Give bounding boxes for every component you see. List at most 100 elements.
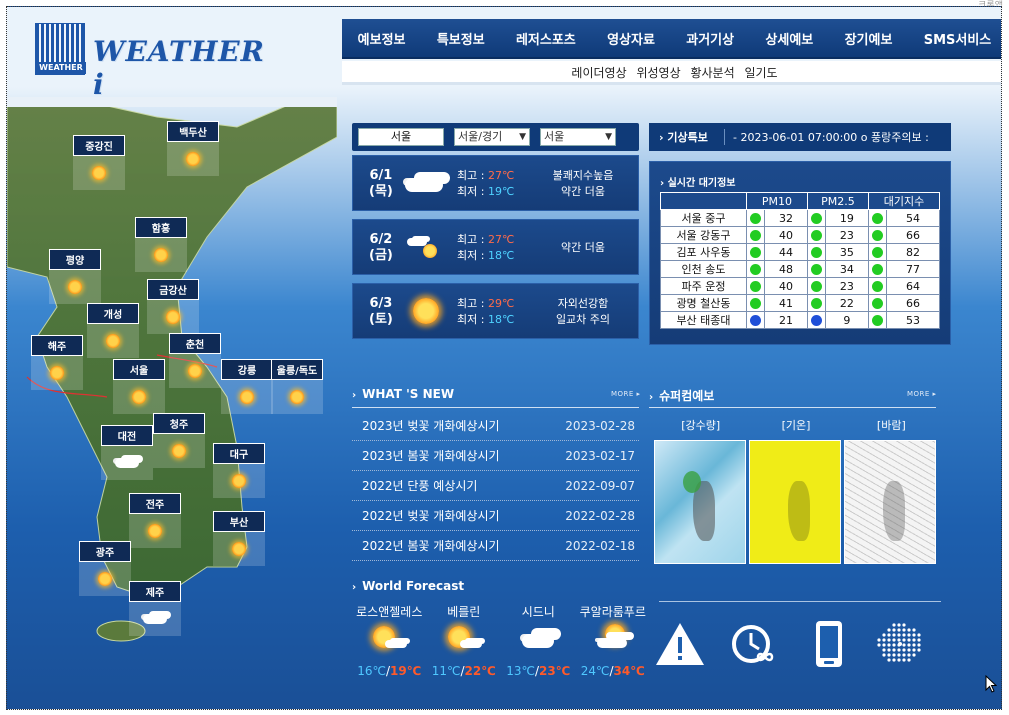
region-daegu[interactable]: 대구 (213, 443, 265, 498)
nav-item-imagery[interactable]: 영상자료 (607, 29, 655, 48)
dot-globe-icon[interactable] (873, 619, 927, 669)
sun-cloud-icon (369, 626, 409, 656)
region-daejeon[interactable]: 대전 (101, 425, 153, 480)
special-report-label: › 기상특보 (649, 129, 725, 145)
news-list: 2023년 벚꽃 개화예상시기 2023-02-28 2023년 봄꽃 개화예상시… (352, 411, 639, 561)
daily-forecast-1[interactable]: 6/1 (목) 최고 : 27℃ 최저 : 19℃ 불쾌지수높음 약간 더움 (352, 155, 639, 211)
sun-icon (166, 310, 180, 324)
region-busan[interactable]: 부산 (213, 511, 265, 566)
region-gangneung[interactable]: 강릉 (221, 359, 273, 414)
chevron-down-icon: ▼ (605, 132, 612, 142)
air-quality-row: 서울 중구 32 19 54 (660, 209, 941, 227)
air-value: 41 (764, 294, 808, 312)
temperature-map-image[interactable] (749, 440, 841, 564)
world-city-temp: 13℃/23℃ (506, 664, 571, 678)
world-city[interactable]: 시드니 13℃/23℃ (501, 603, 576, 678)
col-location (660, 192, 747, 210)
status-dot-icon (806, 294, 826, 312)
daily-forecast-2[interactable]: 6/2 (금) 최고 : 27℃ 최저 : 18℃ 약간 더움 (352, 219, 639, 275)
news-item[interactable]: 2022년 봄꽃 개화예상시기 2022-02-18 (352, 531, 639, 561)
region-label: 청주 (153, 413, 205, 434)
air-quality-row: 김포 사우동 44 35 82 (660, 243, 941, 261)
world-city[interactable]: 베를린 11℃/22℃ (427, 603, 502, 678)
forecast-desc: 불쾌지수높음 약간 더움 (552, 169, 614, 198)
province-select[interactable]: 서울/경기 ▼ (454, 128, 530, 146)
label-wind: [바람] (876, 419, 906, 432)
nav-item-past-weather[interactable]: 과거기상 (686, 29, 734, 48)
page-frame: WEATHER WEATHER i 예보정보 특보정보 레저스포츠 영상자료 과… (6, 6, 1002, 710)
region-junggangjin[interactable]: 중강진 (73, 135, 125, 190)
region-label: 해주 (31, 335, 83, 356)
nav-item-detailed[interactable]: 상세예보 (765, 29, 813, 48)
status-dot-icon (867, 226, 887, 244)
region-label: 대구 (213, 443, 265, 464)
air-location: 서울 강동구 (660, 226, 747, 244)
forecast-desc: 자외선강함 일교차 주의 (555, 297, 611, 326)
news-item[interactable]: 2022년 벚꽃 개화예상시기 2022-02-28 (352, 501, 639, 531)
region-label: 개성 (87, 303, 139, 324)
nav-item-forecast[interactable]: 예보정보 (358, 29, 406, 48)
news-item[interactable]: 2023년 봄꽃 개화예상시기 2023-02-17 (352, 441, 639, 471)
city-field[interactable]: 서울 (358, 128, 444, 146)
sun-icon (290, 390, 304, 404)
world-city[interactable]: 쿠알라룸푸르 24℃/34℃ (576, 603, 651, 678)
subnav-satellite[interactable]: 위성영상 (636, 66, 680, 80)
region-label: 울릉/독도 (271, 359, 323, 380)
warning-icon[interactable] (653, 619, 707, 669)
wind-map-image[interactable] (844, 440, 936, 564)
region-gwangju[interactable]: 광주 (79, 541, 131, 596)
subnav-yellow-dust[interactable]: 황사분석 (690, 66, 734, 80)
cloud-icon (143, 614, 167, 624)
site-logo[interactable]: WEATHER WEATHER i (35, 19, 264, 101)
region-label: 전주 (129, 493, 181, 514)
air-quality-row: 인천 송도 48 34 77 (660, 260, 941, 278)
world-city[interactable]: 로스앤젤레스 16℃/19℃ (352, 603, 427, 678)
divider (352, 407, 639, 408)
nav-item-leisure[interactable]: 레저스포츠 (516, 29, 576, 48)
region-cheongju[interactable]: 청주 (153, 413, 205, 468)
daily-forecast-3[interactable]: 6/3 (토) 최고 : 29℃ 최저 : 18℃ 자외선강함 일교차 주의 (352, 283, 639, 339)
world-city-temp: 16℃/19℃ (357, 664, 422, 678)
region-gaeseong[interactable]: 개성 (87, 303, 139, 358)
nav-item-long-range[interactable]: 장기예보 (845, 29, 893, 48)
air-value: 19 (824, 209, 869, 227)
region-chuncheon[interactable]: 춘천 (169, 333, 221, 388)
region-jeonju[interactable]: 전주 (129, 493, 181, 548)
super-forecast-more-link[interactable]: MORE ▸ (907, 390, 937, 398)
region-ulleung-dokdo[interactable]: 울릉/독도 (271, 359, 323, 414)
clock-infinity-icon[interactable] (729, 619, 783, 669)
news-item[interactable]: 2022년 단풍 예상시기 2022-09-07 (352, 471, 639, 501)
region-seoul[interactable]: 서울 (113, 359, 165, 414)
world-city-name: 쿠알라룸푸르 (579, 605, 646, 619)
special-report-text[interactable]: - 2023-06-01 07:00:00 o 풍랑주의보 : (725, 129, 929, 145)
cloud-icon (518, 626, 558, 656)
nav-item-sms[interactable]: SMS서비스 (924, 29, 992, 48)
region-haeju[interactable]: 해주 (31, 335, 83, 390)
nav-item-warnings[interactable]: 특보정보 (437, 29, 485, 48)
mobile-phone-icon[interactable] (802, 619, 856, 669)
sub-nav: 레이더영상 위성영상 황사분석 일기도 (342, 61, 1001, 85)
region-label: 춘천 (169, 333, 221, 354)
region-geumgangsan[interactable]: 금강산 (147, 279, 199, 334)
air-location: 광명 철산동 (660, 294, 747, 312)
precipitation-map-image[interactable] (654, 440, 746, 564)
air-value: 22 (824, 294, 869, 312)
district-select[interactable]: 서울 ▼ (540, 128, 616, 146)
region-label: 대전 (101, 425, 153, 446)
whats-new-more-link[interactable]: MORE ▸ (611, 390, 641, 398)
divider (659, 601, 941, 602)
special-report-bar[interactable]: › 기상특보 - 2023-06-01 07:00:00 o 풍랑주의보 : (649, 123, 951, 151)
subnav-weather-chart[interactable]: 일기도 (744, 66, 777, 80)
region-hamheung[interactable]: 함흥 (135, 217, 187, 272)
status-dot-icon (806, 260, 826, 278)
sun-icon (186, 152, 200, 166)
sun-icon (240, 390, 254, 404)
sun-icon (188, 364, 202, 378)
subnav-radar[interactable]: 레이더영상 (571, 66, 626, 80)
air-value: 48 (764, 260, 808, 278)
region-jeju[interactable]: 제주 (129, 581, 181, 636)
region-baekdusan[interactable]: 백두산 (167, 121, 219, 176)
air-value: 66 (885, 294, 941, 312)
region-pyongyang[interactable]: 평양 (49, 249, 101, 304)
news-item[interactable]: 2023년 벚꽃 개화예상시기 2023-02-28 (352, 411, 639, 441)
